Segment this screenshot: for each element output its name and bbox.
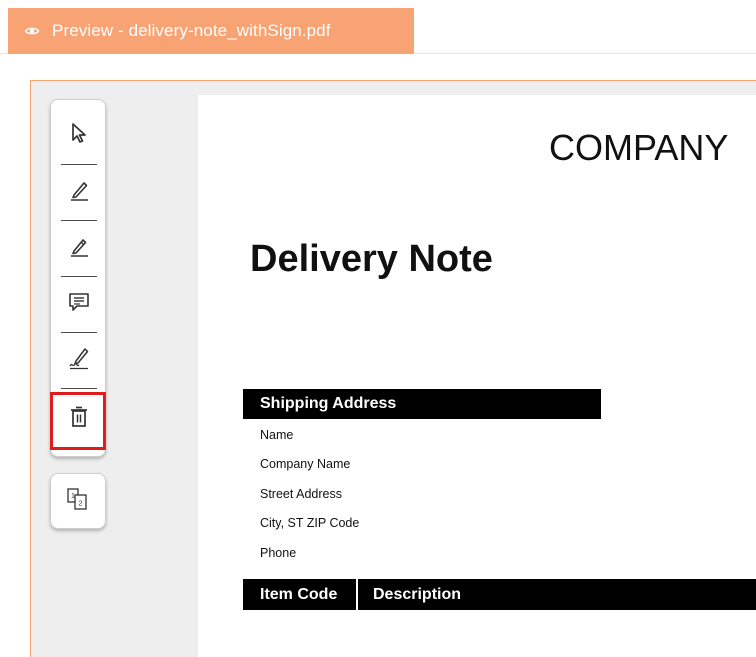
signature-pen-icon [67, 346, 91, 375]
select-tool-button[interactable] [51, 108, 107, 163]
shipping-address-header: Shipping Address [243, 389, 601, 419]
column-item-code: Item Code [243, 579, 358, 610]
shipping-company: Company Name [260, 457, 351, 471]
pencil-outline-icon [67, 234, 91, 263]
tab-title: Preview - delivery-note_withSign.pdf [52, 21, 331, 40]
eye-icon [24, 23, 40, 39]
shipping-phone: Phone [260, 546, 297, 560]
items-table-header: Item Code Description [243, 579, 756, 610]
comment-icon [67, 290, 91, 319]
shipping-name: Name [260, 428, 294, 442]
toolbar-divider [61, 388, 97, 389]
document-page: COMPANY Delivery Note Shipping Address N… [198, 95, 756, 657]
tab-bar: Preview - delivery-note_withSign.pdf [0, 8, 756, 54]
delete-tool-button[interactable] [51, 392, 107, 447]
page-label-2: 2 [79, 500, 83, 507]
annotation-toolbar [50, 99, 106, 457]
pencil-icon [67, 178, 91, 207]
column-description: Description [373, 585, 462, 603]
highlight-tool-button[interactable] [51, 221, 107, 276]
shipping-city: City, ST ZIP Code [260, 516, 360, 530]
pen-tool-button[interactable] [51, 165, 107, 220]
shipping-street: Street Address [260, 487, 342, 501]
comment-tool-button[interactable] [51, 277, 107, 332]
cursor-arrow-icon [67, 121, 91, 150]
company-name: COMPANY [549, 127, 729, 168]
document-title: Delivery Note [250, 238, 493, 280]
trash-icon [67, 405, 91, 434]
page-numbers-icon: 1 2 [66, 487, 90, 516]
preview-tab[interactable]: Preview - delivery-note_withSign.pdf [8, 8, 414, 54]
signature-tool-button[interactable] [51, 333, 107, 388]
page-label-1: 1 [71, 493, 75, 500]
window-top-strip [0, 0, 756, 8]
page-thumbnails-button[interactable]: 1 2 [50, 473, 106, 529]
